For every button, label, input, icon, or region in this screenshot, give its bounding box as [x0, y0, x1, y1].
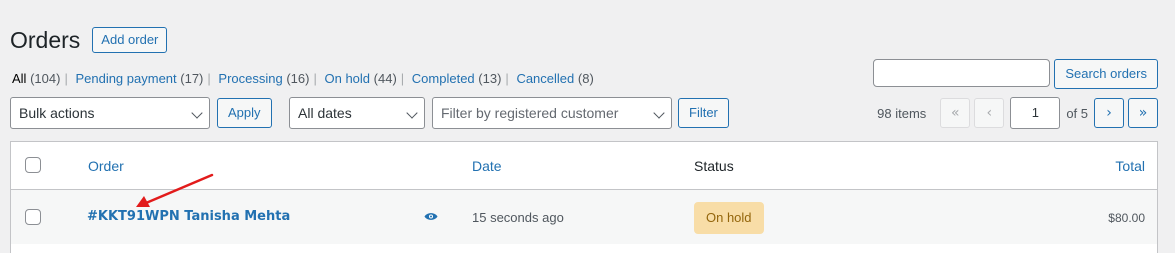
status-badge: On hold: [694, 202, 764, 234]
total-pages: of 5: [1066, 105, 1088, 121]
first-page-button: «: [940, 98, 971, 128]
column-order[interactable]: Order: [88, 158, 124, 174]
bulk-actions-select[interactable]: Bulk actions: [10, 97, 210, 129]
view-cancelled[interactable]: Cancelled (8): [516, 71, 593, 86]
select-all-checkbox[interactable]: [25, 157, 41, 173]
chevron-down-icon: [406, 107, 418, 119]
current-page-input[interactable]: 1: [1010, 97, 1061, 129]
chevron-down-icon: [653, 107, 665, 119]
view-processing[interactable]: Processing (16): [218, 71, 309, 86]
view-completed[interactable]: Completed (13): [412, 71, 502, 86]
apply-button[interactable]: Apply: [217, 98, 272, 128]
search-orders-button[interactable]: Search orders: [1054, 59, 1158, 89]
dates-select[interactable]: All dates: [289, 97, 425, 129]
page-heading: Orders Add order: [10, 24, 168, 56]
pagination: 98 items « ‹ 1 of 5 › »: [877, 97, 1158, 129]
column-total[interactable]: Total: [1115, 158, 1145, 174]
filter-button[interactable]: Filter: [678, 98, 729, 128]
add-order-button[interactable]: Add order: [92, 27, 168, 53]
red-arrow-icon: [136, 173, 214, 207]
chevron-down-icon: [191, 107, 203, 119]
search-input[interactable]: [873, 59, 1051, 87]
view-pending-payment[interactable]: Pending payment (17): [75, 71, 203, 86]
order-status-views: All (104) | Pending payment (17) | Process…: [12, 71, 594, 86]
view-all[interactable]: All (104): [12, 71, 60, 86]
column-date[interactable]: Date: [472, 158, 502, 174]
eye-icon[interactable]: [424, 212, 438, 221]
last-page-button[interactable]: »: [1128, 98, 1158, 128]
view-on-hold[interactable]: On hold (44): [324, 71, 396, 86]
column-status: Status: [694, 158, 734, 174]
next-page-button[interactable]: ›: [1094, 98, 1124, 128]
search-box: Search orders: [873, 59, 1158, 89]
customer-filter-select[interactable]: Filter by registered customer: [432, 97, 672, 129]
items-count: 98 items: [877, 105, 927, 121]
page-title: Orders: [10, 27, 81, 53]
tablenav-top: Bulk actions Apply All dates Filter by r…: [10, 97, 1158, 129]
prev-page-button: ‹: [974, 98, 1005, 128]
row-checkbox[interactable]: [25, 209, 41, 225]
order-total: $80.00: [1108, 211, 1145, 225]
order-date: 15 seconds ago: [472, 210, 564, 225]
